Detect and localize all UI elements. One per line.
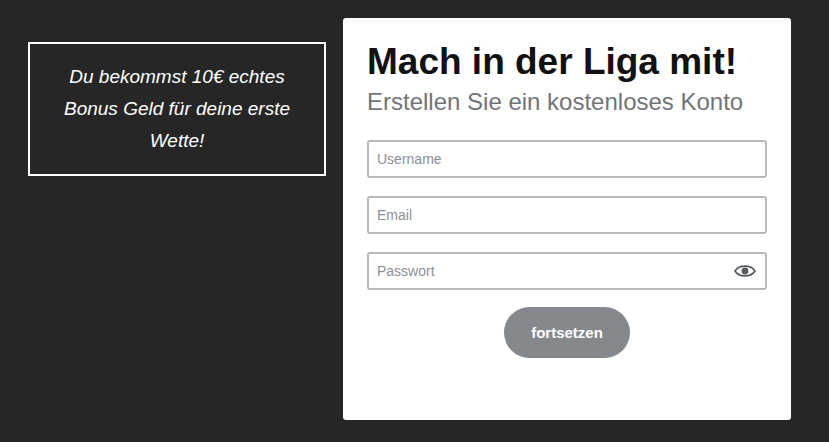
signup-subtitle: Erstellen Sie ein kostenloses Konto: [367, 86, 767, 118]
signup-card: Mach in der Liga mit! Erstellen Sie ein …: [343, 18, 791, 420]
email-input[interactable]: [369, 198, 765, 232]
field-list: [367, 140, 767, 290]
text-input[interactable]: [369, 142, 765, 176]
password-input[interactable]: [369, 254, 734, 288]
email-field: [367, 196, 767, 234]
password-field: [367, 252, 767, 290]
signup-title: Mach in der Liga mit!: [367, 40, 767, 84]
promo-box: Du bekommst 10€ echtes Bonus Geld für de…: [28, 42, 326, 176]
page: Du bekommst 10€ echtes Bonus Geld für de…: [0, 0, 829, 442]
text-field: [367, 140, 767, 178]
continue-button[interactable]: fortsetzen: [504, 307, 630, 358]
eye-icon[interactable]: [734, 264, 756, 278]
button-row: fortsetzen: [367, 307, 767, 358]
